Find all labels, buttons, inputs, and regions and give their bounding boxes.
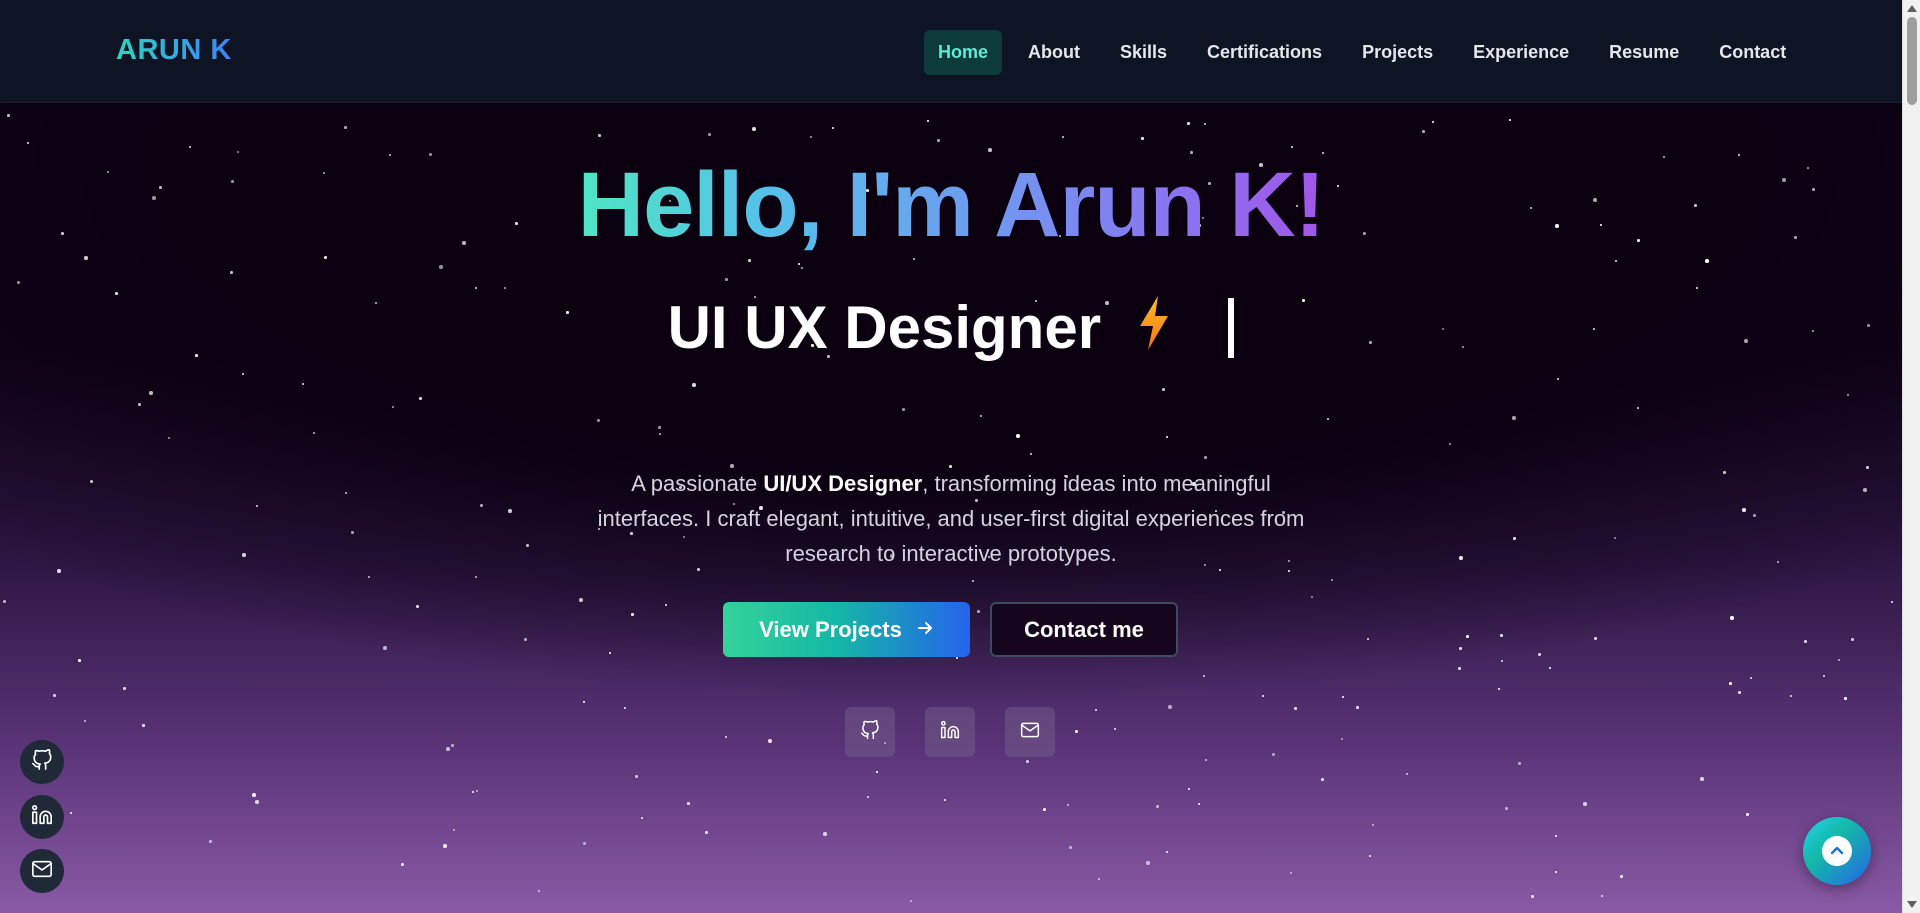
view-projects-button[interactable]: View Projects bbox=[723, 602, 970, 657]
github-icon bbox=[31, 748, 53, 776]
side-linkedin-link[interactable] bbox=[20, 795, 64, 839]
nav-item-contact[interactable]: Contact bbox=[1705, 30, 1800, 75]
scroll-thumb[interactable] bbox=[1907, 17, 1917, 105]
github-link[interactable] bbox=[845, 707, 895, 757]
top-navbar: ARUN K Home About Skills Certifications … bbox=[0, 0, 1902, 103]
mail-icon bbox=[31, 858, 53, 885]
linkedin-link[interactable] bbox=[925, 707, 975, 757]
chevron-up-icon bbox=[1822, 836, 1852, 866]
nav-item-experience[interactable]: Experience bbox=[1459, 30, 1583, 75]
hero-description-highlight: UI/UX Designer bbox=[763, 471, 923, 496]
hero-description: A passionate UI/UX Designer, transformin… bbox=[580, 466, 1322, 571]
page-scrollbar[interactable] bbox=[1902, 0, 1920, 913]
side-github-link[interactable] bbox=[20, 740, 64, 784]
hero-subtitle: UI UX Designer bbox=[0, 290, 1902, 370]
portfolio-page: ARUN K Home About Skills Certifications … bbox=[0, 0, 1920, 913]
nav-item-about[interactable]: About bbox=[1014, 30, 1094, 75]
mail-icon bbox=[1020, 720, 1040, 745]
nav-item-skills[interactable]: Skills bbox=[1106, 30, 1181, 75]
scroll-up-arrow-icon[interactable] bbox=[1907, 5, 1917, 12]
nav-item-projects[interactable]: Projects bbox=[1348, 30, 1447, 75]
github-icon bbox=[860, 719, 880, 745]
hero-title: Hello, I'm Arun K! bbox=[0, 150, 1902, 260]
side-mail-link[interactable] bbox=[20, 849, 64, 893]
mail-link[interactable] bbox=[1005, 707, 1055, 757]
scroll-down-arrow-icon[interactable] bbox=[1907, 901, 1917, 908]
contact-me-button[interactable]: Contact me bbox=[990, 602, 1178, 657]
nav-item-certifications[interactable]: Certifications bbox=[1193, 30, 1336, 75]
scroll-to-top-button[interactable] bbox=[1803, 817, 1871, 885]
linkedin-icon bbox=[940, 720, 960, 745]
nav-item-resume[interactable]: Resume bbox=[1595, 30, 1693, 75]
linkedin-icon bbox=[31, 804, 53, 831]
hero-title-text: Hello, I'm Arun K! bbox=[577, 154, 1326, 256]
main-nav: Home About Skills Certifications Project… bbox=[924, 30, 1812, 75]
hero-subtitle-text: UI UX Designer bbox=[667, 294, 1102, 361]
hero-description-prefix: A passionate bbox=[631, 471, 764, 496]
hero-section: Hello, I'm Arun K! UI UX Designer A pass… bbox=[0, 0, 1902, 913]
brand-logo[interactable]: ARUN K bbox=[116, 34, 232, 67]
lightning-bolt-icon bbox=[1136, 294, 1172, 370]
arrow-right-icon bbox=[916, 617, 934, 643]
view-projects-label: View Projects bbox=[759, 616, 902, 642]
nav-item-home[interactable]: Home bbox=[924, 30, 1003, 75]
typing-cursor bbox=[1228, 298, 1235, 359]
